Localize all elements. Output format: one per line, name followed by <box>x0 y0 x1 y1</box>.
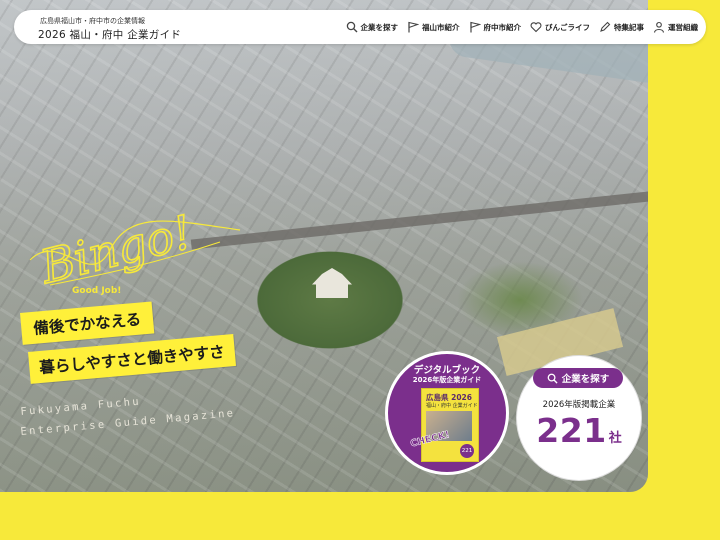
nav-label: 福山市紹介 <box>422 22 460 32</box>
nav-label: 特集記事 <box>614 22 644 32</box>
global-nav: 企業を探す 福山市紹介 府中市紹介 びんごライフ 特集記事 運営組織 <box>346 10 698 44</box>
nav-item-bingo-life[interactable]: びんごライフ <box>530 21 590 33</box>
railway <box>190 190 648 250</box>
site-title[interactable]: 2026 福山・府中 企業ガイド <box>38 27 181 42</box>
nav-item-organization[interactable]: 運営組織 <box>653 21 698 33</box>
digital-book-link[interactable]: デジタルブック 2026年版企業ガイド 広島県 2026 福山・府中 企業ガイド… <box>385 351 509 475</box>
site-header: 広島県福山市・府中市の企業情報 2026 福山・府中 企業ガイド 企業を探す 福… <box>14 10 706 44</box>
listed-companies-label: 2026年版掲載企業 <box>542 400 616 410</box>
nav-label: 運営組織 <box>668 22 698 32</box>
bingo-script-logo: Bingo! <box>29 204 241 295</box>
guide-book-cover: 広島県 2026 福山・府中 企業ガイド 221 <box>421 388 479 462</box>
pen-icon <box>600 21 611 32</box>
good-job-text: Good Job! <box>72 286 122 296</box>
nav-label: 府中市紹介 <box>483 22 522 32</box>
person-icon <box>653 21 665 33</box>
cover-count-badge: 221 <box>460 444 474 458</box>
company-count-unit: 社 <box>608 431 622 446</box>
castle <box>312 268 352 298</box>
listed-companies-count: 221 社 <box>517 411 641 450</box>
nav-item-search-companies[interactable]: 企業を探す <box>346 21 399 33</box>
search-icon <box>547 373 558 384</box>
nav-label: びんごライフ <box>545 22 590 32</box>
company-count-number: 221 <box>536 411 607 450</box>
flag-icon <box>408 21 419 33</box>
heart-icon <box>530 22 542 33</box>
nav-item-features[interactable]: 特集記事 <box>599 21 644 33</box>
nav-item-fukuyama[interactable]: 福山市紹介 <box>407 21 460 33</box>
flag-icon <box>469 21 481 33</box>
company-search-button-label: 企業を探す <box>561 374 610 385</box>
nav-item-fuchu[interactable]: 府中市紹介 <box>469 21 522 33</box>
digital-book-subtitle: 2026年版企業ガイド <box>412 376 482 384</box>
logo-text: Bingo! <box>34 204 197 294</box>
company-search-button[interactable]: 企業を探す <box>533 368 623 388</box>
cover-subtitle: 福山・府中 企業ガイド <box>426 403 478 409</box>
company-search-panel: 企業を探す 2026年版掲載企業 221 社 <box>517 356 641 480</box>
digital-book-title: デジタルブック <box>413 365 481 376</box>
nav-label: 企業を探す <box>360 22 399 32</box>
search-icon <box>346 21 357 33</box>
site-subtitle: 広島県福山市・府中市の企業情報 <box>40 17 145 25</box>
